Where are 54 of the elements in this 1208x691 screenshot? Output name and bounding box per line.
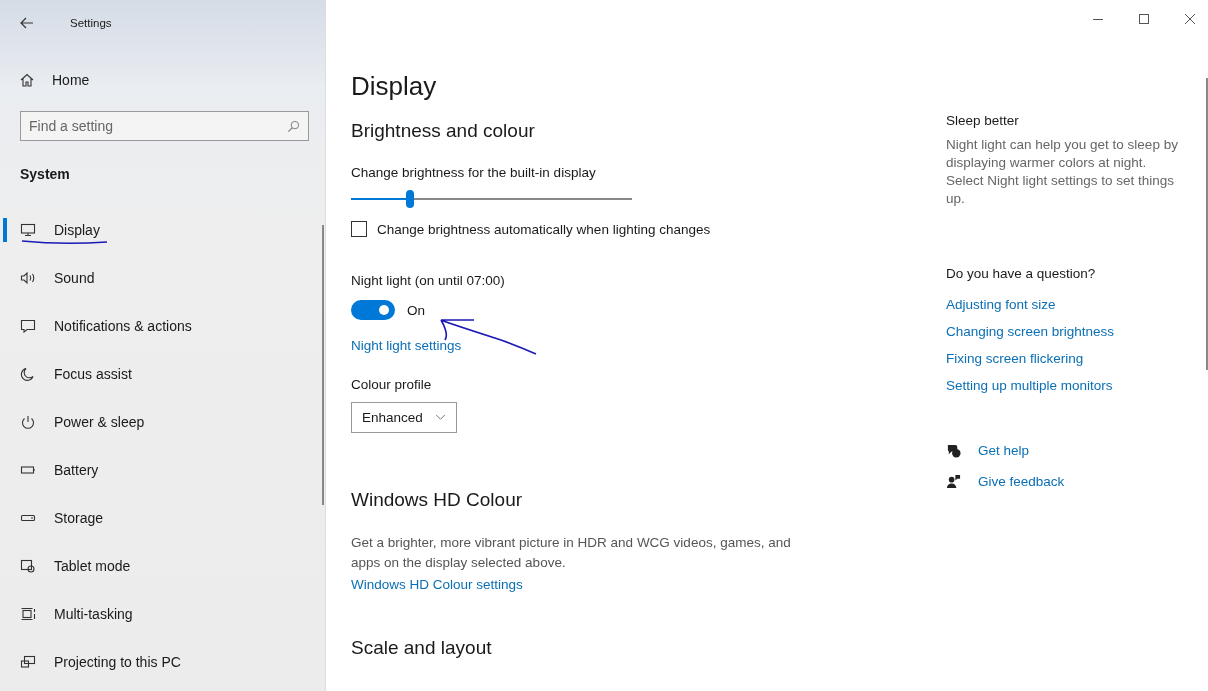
- search-field[interactable]: Find a setting: [20, 111, 309, 141]
- nav-item[interactable]: Tablet mode: [0, 542, 325, 590]
- profile-dropdown[interactable]: Enhanced: [351, 402, 457, 433]
- scrollbar[interactable]: [322, 225, 324, 505]
- give-feedback-link[interactable]: Give feedback: [978, 474, 1065, 489]
- home-item[interactable]: Home: [0, 60, 325, 100]
- battery-icon: [20, 463, 36, 477]
- section-heading: Windows HD Colour: [351, 488, 524, 512]
- nav-item[interactable]: Storage: [0, 494, 325, 542]
- search-icon: [287, 120, 300, 133]
- page-title: Display: [351, 70, 438, 102]
- chevron-down-icon: [434, 414, 446, 421]
- nav-item[interactable]: Notifications & actions: [0, 302, 325, 350]
- aside-description: Night light can help you get to sleep by displaying warmer colors at night. Select Night light settings to set things up.: [946, 136, 1178, 208]
- sound-icon: [20, 271, 36, 285]
- scrollbar[interactable]: [1206, 78, 1208, 370]
- setting-label: Night light (on until 07:00): [351, 273, 506, 288]
- window-title: Settings: [70, 17, 112, 29]
- setting-label: Colour profile: [351, 377, 433, 392]
- nav-item[interactable]: Sound: [0, 254, 325, 302]
- get-help-link[interactable]: Get help: [978, 443, 1030, 458]
- checkbox-label: Change brightness automatically when lighting changes: [377, 221, 711, 237]
- aside-heading: Sleep better: [946, 113, 1020, 128]
- back-arrow-icon[interactable]: [20, 17, 34, 29]
- help-link[interactable]: Changing screen brightness: [946, 324, 1115, 339]
- nav-item[interactable]: Power & sleep: [0, 398, 325, 446]
- help-link[interactable]: Adjusting font size: [946, 297, 1056, 312]
- toggle-switch[interactable]: [351, 300, 395, 320]
- chat-help-icon: [946, 443, 961, 458]
- tablet-icon: [20, 559, 36, 573]
- slider-label: Change brightness for the built-in display: [351, 165, 597, 180]
- section-description: Get a brighter, more vibrant picture in HDR and WCG videos, games, and apps on the display selected above.: [351, 534, 791, 572]
- section-heading: Brightness and colour: [351, 119, 536, 143]
- maximize-icon[interactable]: [1138, 13, 1150, 25]
- toggle-state: On: [407, 302, 425, 318]
- nav-item[interactable]: Projecting to this PC: [0, 638, 325, 686]
- brightness-slider[interactable]: [351, 190, 632, 208]
- section-heading: Scale and layout: [351, 636, 493, 660]
- section-heading: System: [19, 165, 71, 183]
- aside-heading: Do you have a question?: [946, 266, 1097, 281]
- help-link[interactable]: Fixing screen flickering: [946, 351, 1084, 366]
- home-icon: [20, 73, 34, 87]
- settings-link[interactable]: Windows HD Colour settings: [351, 577, 523, 592]
- nav-item[interactable]: Display: [0, 206, 325, 254]
- nav-item[interactable]: Multi-tasking: [0, 590, 325, 638]
- close-icon[interactable]: [1184, 13, 1196, 25]
- nav-item[interactable]: Focus assist: [0, 350, 325, 398]
- nav-item[interactable]: Battery: [0, 446, 325, 494]
- power-icon: [20, 415, 36, 429]
- checkbox[interactable]: [351, 221, 367, 237]
- display-icon: [20, 223, 36, 237]
- settings-link[interactable]: Night light settings: [351, 338, 462, 353]
- help-link[interactable]: Setting up multiple monitors: [946, 378, 1113, 393]
- feedback-person-icon: [946, 474, 961, 489]
